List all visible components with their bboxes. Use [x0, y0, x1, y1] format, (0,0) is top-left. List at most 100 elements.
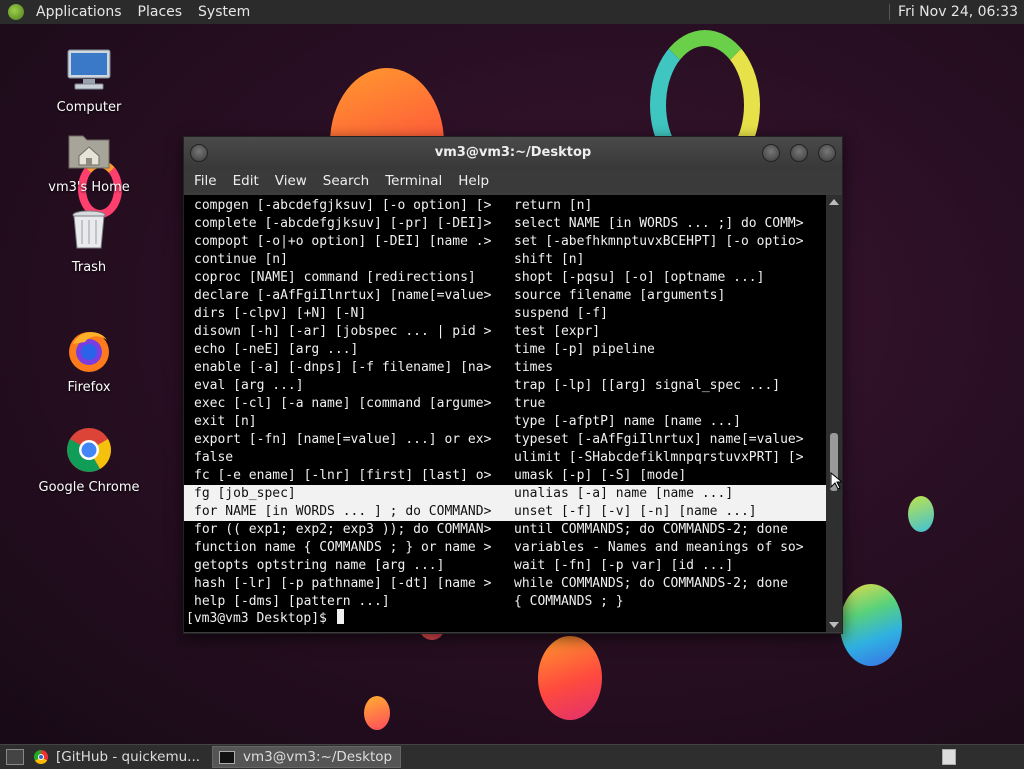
scroll-up-arrow-icon[interactable] [829, 199, 839, 205]
terminal-row: false ulimit [-SHabcdefiklmnpqrstuvxPRT] … [184, 449, 826, 467]
terminal-window[interactable]: vm3@vm3:~/Desktop File Edit View Search … [183, 136, 843, 634]
help-entry-right: select NAME [in WORDS ... ;] do COMM> [514, 216, 804, 231]
desktop-icon-label: Google Chrome [38, 480, 140, 495]
terminal-row: fc [-e ename] [-lnr] [first] [last] o> um… [184, 467, 826, 485]
firefox-icon [65, 326, 113, 374]
help-entry-right: set [-abefhkmnptuvxBCEHPT] [-o optio> [514, 234, 804, 249]
desktop-icon-chrome[interactable]: Google Chrome [29, 426, 149, 495]
menu-search[interactable]: Search [315, 173, 377, 189]
window-menubar: File Edit View Search Terminal Help [184, 169, 842, 193]
terminal-row: fg [job_spec] unalias [-a] name [name ...… [184, 485, 826, 503]
help-entry-left: getopts optstring name [arg ...] [194, 558, 445, 573]
menu-places[interactable]: Places [130, 0, 191, 24]
help-entry-right: type [-afptP] name [name ...] [514, 414, 741, 429]
terminal-row: echo [-neE] [arg ...] time [-p] pipeline [184, 341, 826, 359]
task-label: [GitHub - quickemu... [56, 749, 201, 765]
help-entry-right: suspend [-f] [514, 306, 608, 321]
help-entry-left: fc [-e ename] [-lnr] [first] [last] o> [194, 468, 492, 483]
help-entry-left: coproc [NAME] command [redirections] [194, 270, 476, 285]
task-label: vm3@vm3:~/Desktop [243, 749, 393, 765]
menu-help[interactable]: Help [450, 173, 497, 189]
clock[interactable]: Fri Nov 24, 06:33 [889, 4, 1024, 20]
command-prompt[interactable]: [vm3@vm3 Desktop]$ [186, 609, 344, 627]
help-entry-right: while COMMANDS; do COMMANDS-2; done [514, 576, 788, 591]
desktop-icon-label: vm3's Home [48, 180, 130, 195]
help-entry-left: continue [n] [194, 252, 288, 267]
mouse-pointer-icon [830, 472, 842, 490]
trash-icon [65, 206, 113, 254]
top-panel: Applications Places System Fri Nov 24, 0… [0, 0, 1024, 24]
help-entry-left: for NAME [in WORDS ... ] ; do COMMAND> [194, 504, 492, 519]
decor-blue-ball [840, 584, 902, 666]
terminal-row: export [-fn] [name[=value] ...] or ex> ty… [184, 431, 826, 449]
minimize-button[interactable] [762, 144, 780, 162]
help-entry-left: exit [n] [194, 414, 257, 429]
help-entry-left: eval [arg ...] [194, 378, 304, 393]
desktop-icon-home[interactable]: vm3's Home [29, 126, 149, 195]
help-entry-left: for (( exp1; exp2; exp3 )); do COMMAN> [194, 522, 492, 537]
help-listing: compgen [-abcdefgjksuv] [-o option] [> re… [184, 195, 826, 611]
prompt-text: [vm3@vm3 Desktop]$ [186, 611, 327, 626]
window-titlebar[interactable]: vm3@vm3:~/Desktop [184, 137, 842, 169]
taskbar-item-chrome[interactable]: [GitHub - quickemu... [28, 747, 208, 767]
help-entry-right: variables - Names and meanings of so> [514, 540, 804, 555]
terminal-row: compgen [-abcdefgjksuv] [-o option] [> re… [184, 197, 826, 215]
decor-tiny-ball [364, 696, 390, 730]
help-entry-right: umask [-p] [-S] [mode] [514, 468, 687, 483]
help-entry-left: compgen [-abcdefgjksuv] [-o option] [> [194, 198, 492, 213]
close-button[interactable] [818, 144, 836, 162]
desktop-icon-label: Firefox [67, 380, 111, 395]
chrome-icon [65, 426, 113, 474]
menu-view[interactable]: View [267, 173, 315, 189]
help-entry-right: ulimit [-SHabcdefiklmnpqrstuvxPRT] [> [514, 450, 804, 465]
help-entry-right: true [514, 396, 546, 411]
terminal-row: for (( exp1; exp2; exp3 )); do COMMAN> un… [184, 521, 826, 539]
help-entry-left: export [-fn] [name[=value] ...] or ex> [194, 432, 492, 447]
help-entry-right: typeset [-aAfFgiIlnrtux] name[=value> [514, 432, 804, 447]
chrome-icon [34, 750, 48, 764]
terminal-row: for NAME [in WORDS ... ] ; do COMMAND> un… [184, 503, 826, 521]
taskbar-item-terminal[interactable]: vm3@vm3:~/Desktop [212, 746, 402, 768]
help-entry-left: complete [-abcdefgjksuv] [-pr] [-DEI]> [194, 216, 492, 231]
menu-file[interactable]: File [186, 173, 225, 189]
scroll-down-arrow-icon[interactable] [829, 622, 839, 628]
help-entry-right: unset [-f] [-v] [-n] [name ...] [514, 504, 757, 519]
terminal-row: declare [-aAfFgiIlnrtux] [name[=value> so… [184, 287, 826, 305]
window-menu-button[interactable] [190, 144, 208, 162]
window-title: vm3@vm3:~/Desktop [434, 145, 592, 160]
help-entry-left: echo [-neE] [arg ...] [194, 342, 359, 357]
decor-small-ball [908, 496, 934, 532]
help-entry-right: shift [n] [514, 252, 585, 267]
terminal-row: dirs [-clpv] [+N] [-N] suspend [-f] [184, 305, 826, 323]
help-entry-left: function name { COMMANDS ; } or name > [194, 540, 492, 555]
help-entry-right: source filename [arguments] [514, 288, 726, 303]
top-menu: Applications Places System [28, 0, 258, 24]
help-entry-left: fg [job_spec] [194, 486, 296, 501]
menu-system[interactable]: System [190, 0, 258, 24]
help-entry-left: dirs [-clpv] [+N] [-N] [194, 306, 367, 321]
help-entry-right: shopt [-pqsu] [-o] [optname ...] [514, 270, 765, 285]
distro-logo-icon[interactable] [8, 4, 24, 20]
maximize-button[interactable] [790, 144, 808, 162]
menu-applications[interactable]: Applications [28, 0, 130, 24]
menu-terminal[interactable]: Terminal [377, 173, 450, 189]
terminal-row: getopts optstring name [arg ...] wait [-f… [184, 557, 826, 575]
workspace-switcher-icon[interactable] [942, 749, 956, 765]
show-desktop-icon[interactable] [6, 749, 24, 765]
help-entry-right: time [-p] pipeline [514, 342, 655, 357]
help-entry-left: declare [-aAfFgiIlnrtux] [name[=value> [194, 288, 492, 303]
terminal-row: coproc [NAME] command [redirections] shop… [184, 269, 826, 287]
help-entry-right: times [514, 360, 554, 375]
desktop-icon-trash[interactable]: Trash [29, 206, 149, 275]
terminal-output[interactable]: compgen [-abcdefgjksuv] [-o option] [> re… [184, 195, 826, 632]
menu-edit[interactable]: Edit [225, 173, 267, 189]
help-entry-left: enable [-a] [-dnps] [-f filename] [na> [194, 360, 492, 375]
terminal-row: exec [-cl] [-a name] [command [argume> tr… [184, 395, 826, 413]
desktop-icon-computer[interactable]: Computer [29, 46, 149, 115]
computer-icon [65, 46, 113, 94]
help-entry-right: unalias [-a] name [name ...] [514, 486, 734, 501]
help-entry-right: test [expr] [514, 324, 601, 339]
home-folder-icon [65, 126, 113, 174]
terminal-scrollbar[interactable] [826, 195, 842, 632]
desktop-icon-firefox[interactable]: Firefox [29, 326, 149, 395]
